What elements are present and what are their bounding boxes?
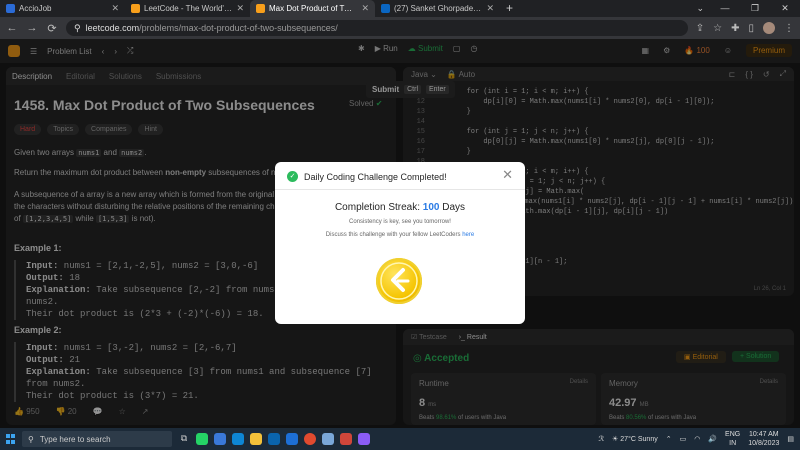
- address-bar[interactable]: ⚲ leetcode.com/problems/max-dot-product-…: [66, 20, 688, 36]
- wifi-icon[interactable]: ◠: [694, 435, 700, 443]
- discuss-here-link[interactable]: here: [462, 232, 474, 238]
- streak-label: Completion Streak:: [334, 202, 423, 213]
- browser-menu-icon[interactable]: ⋮: [784, 23, 794, 34]
- sidepanel-icon[interactable]: ▯: [748, 23, 754, 34]
- consistency-message: Consistency is key, see you tomorrow!: [349, 219, 451, 225]
- input-language[interactable]: ENG IN: [725, 430, 740, 448]
- weather-widget[interactable]: ☀ 27°C Sunny: [612, 435, 658, 443]
- windows-taskbar: ⚲ Type here to search ⧉ ℛ ☀ 27°C Sunny ⌃…: [0, 428, 800, 450]
- browser-tab-linkedin[interactable]: (27) Sanket Ghorpade | LinkedIn ✕: [375, 0, 500, 17]
- completion-streak: Completion Streak: 100 Days: [275, 202, 525, 213]
- leetcode-favicon-icon: [131, 4, 140, 13]
- url-host: leetcode.com: [85, 23, 140, 33]
- restore-icon[interactable]: ❐: [740, 0, 770, 17]
- modal-divider: [275, 189, 525, 190]
- browser-tab-current-problem[interactable]: Max Dot Product of Two Subseq ✕: [250, 0, 375, 17]
- notifications-icon[interactable]: ▤: [787, 435, 794, 443]
- tab-title: AccioJob: [19, 4, 52, 13]
- clock[interactable]: 10:47 AM 10/8/2023: [748, 430, 779, 448]
- close-modal-icon[interactable]: ✕: [502, 167, 513, 183]
- browser-tab-strip: AccioJob ✕ LeetCode - The World's Leadin…: [0, 0, 800, 17]
- tab-title: LeetCode - The World's Leading: [144, 4, 232, 13]
- file-explorer-icon[interactable]: [250, 433, 262, 445]
- new-tab-button[interactable]: +: [500, 0, 519, 17]
- daily-challenge-modal: ✓ Daily Coding Challenge Completed! ✕ Co…: [275, 162, 525, 324]
- search-icon: ⚲: [28, 434, 34, 444]
- close-tab-icon[interactable]: ✕: [111, 3, 119, 14]
- store-icon[interactable]: [286, 433, 298, 445]
- profile-avatar[interactable]: [763, 22, 775, 34]
- app-icon[interactable]: [214, 433, 226, 445]
- tab-title: (27) Sanket Ghorpade | LinkedIn: [394, 4, 482, 13]
- chrome-icon[interactable]: [304, 433, 316, 445]
- volume-icon[interactable]: 🔊: [708, 435, 717, 443]
- task-view-icon[interactable]: ⧉: [178, 433, 190, 445]
- clock-date: 10/8/2023: [748, 440, 780, 447]
- extensions-icon[interactable]: ✚: [731, 23, 739, 34]
- windows-start-icon[interactable]: [6, 434, 16, 444]
- site-info-icon[interactable]: ⚲: [74, 23, 81, 34]
- taskbar-search[interactable]: ⚲ Type here to search: [22, 431, 172, 447]
- discuss-message: Discuss this challenge with your fellow …: [275, 232, 525, 238]
- streak-days-unit: Days: [439, 202, 466, 213]
- clock-time: 10:47 AM: [749, 431, 779, 438]
- whatsapp-icon[interactable]: [196, 433, 208, 445]
- mail-icon[interactable]: [268, 433, 280, 445]
- linkedin-favicon-icon: [381, 4, 390, 13]
- close-window-icon[interactable]: ✕: [770, 0, 800, 17]
- modal-title: Daily Coding Challenge Completed!: [304, 171, 447, 182]
- tray-chevron-icon[interactable]: ⌃: [666, 435, 672, 443]
- app-icon[interactable]: [358, 433, 370, 445]
- lang-line-2: IN: [729, 440, 737, 447]
- window-controls: — ❐ ✕: [710, 0, 800, 17]
- lang-line-1: ENG: [725, 431, 741, 438]
- people-icon[interactable]: ℛ: [598, 435, 604, 443]
- modal-header: ✓ Daily Coding Challenge Completed!: [287, 171, 447, 182]
- browser-tab-acciojob[interactable]: AccioJob ✕: [0, 0, 125, 17]
- bookmark-star-icon[interactable]: ☆: [713, 23, 722, 34]
- close-tab-icon[interactable]: ✕: [486, 3, 494, 14]
- network-icon[interactable]: ▭: [680, 435, 687, 443]
- app-icon[interactable]: [322, 433, 334, 445]
- system-tray: ℛ ☀ 27°C Sunny ⌃ ▭ ◠ 🔊 ENG IN 10:47 AM 10/…: [598, 428, 794, 450]
- browser-toolbar: ← → ⟳ ⚲ leetcode.com/problems/max-dot-pr…: [0, 17, 800, 39]
- tab-title: Max Dot Product of Two Subseq: [269, 4, 357, 13]
- browser-tab-leetcode-home[interactable]: LeetCode - The World's Leading ✕: [125, 0, 250, 17]
- acciojob-favicon-icon: [6, 4, 15, 13]
- back-icon[interactable]: ←: [6, 22, 18, 34]
- close-tab-icon[interactable]: ✕: [361, 3, 369, 14]
- weather-text: 27°C Sunny: [620, 436, 658, 443]
- intellij-icon[interactable]: [340, 433, 352, 445]
- success-check-icon: ✓: [287, 171, 298, 182]
- share-icon[interactable]: ⇪: [696, 23, 704, 34]
- reload-icon[interactable]: ⟳: [46, 22, 58, 35]
- taskbar-search-placeholder: Type here to search: [39, 434, 111, 444]
- forward-icon[interactable]: →: [26, 22, 38, 34]
- leetcode-favicon-icon: [256, 4, 265, 13]
- discuss-text: Discuss this challenge with your fellow …: [325, 232, 463, 238]
- minimize-icon[interactable]: —: [710, 0, 740, 17]
- leetcode-coin-icon: [376, 258, 422, 304]
- close-tab-icon[interactable]: ✕: [236, 3, 244, 14]
- tab-search-icon[interactable]: ⌄: [696, 0, 704, 17]
- edge-browser-icon[interactable]: [232, 433, 244, 445]
- streak-days-number: 100: [422, 202, 440, 213]
- url-path: /problems/max-dot-product-of-two-subsequ…: [139, 23, 338, 33]
